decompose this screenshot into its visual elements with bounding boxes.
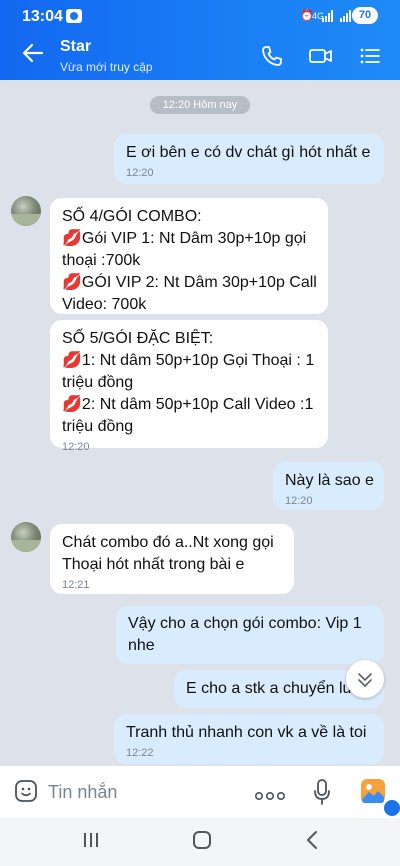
message-text: thoại :700k: [62, 252, 141, 269]
system-navigation-bar: [0, 818, 400, 866]
message-time: 12:21: [62, 579, 90, 591]
more-options-icon[interactable]: [254, 788, 286, 801]
message-text: 💋1: Nt dâm 50p+10p Gọi Thoại : 1: [62, 352, 315, 369]
phone-call-icon[interactable]: [260, 44, 284, 68]
message-bubble[interactable]: Này là sao e 12:20: [273, 462, 384, 510]
image-gallery-icon[interactable]: [360, 778, 386, 804]
nav-back-icon[interactable]: [305, 830, 319, 850]
message-bubble[interactable]: Tranh thủ nhanh con vk a về là toi 12:22: [114, 714, 384, 764]
message-text: 💋Gói VIP 1: Nt Dâm 30p+10p gọi: [62, 230, 307, 247]
microphone-icon[interactable]: [312, 778, 332, 806]
contact-avatar[interactable]: [11, 522, 41, 552]
message-text: Chát combo đó a..Nt xong gọi: [62, 534, 274, 551]
message-composer: [0, 766, 400, 818]
recent-apps-icon[interactable]: [82, 832, 100, 848]
video-call-icon[interactable]: [308, 44, 332, 68]
contact-name[interactable]: Star: [60, 38, 91, 56]
message-text: E ơi bên e có dv chát gì hót nhất e: [126, 144, 371, 161]
message-text: triệu đồng: [62, 418, 134, 435]
message-bubble[interactable]: Chát combo đó a..Nt xong gọi Thoại hót n…: [50, 524, 294, 594]
sticker-emoji-icon[interactable]: [14, 779, 38, 803]
message-text: Này là sao e: [285, 472, 374, 489]
message-time: 12:20: [285, 495, 313, 507]
message-text: Video: 700k: [62, 296, 147, 313]
message-bubble[interactable]: SỐ 4/GÓI COMBO: 💋Gói VIP 1: Nt Dâm 30p+1…: [50, 198, 328, 314]
chevron-down-icon: [358, 673, 372, 687]
floating-bubble-icon[interactable]: [384, 800, 400, 816]
contact-avatar[interactable]: [11, 196, 41, 226]
message-text: Thoại hót nhất trong bài e: [62, 556, 245, 573]
message-text: Tranh thủ nhanh con vk a về là toi: [126, 724, 367, 741]
message-text: SỐ 4/GÓI COMBO:: [62, 208, 202, 225]
message-bubble[interactable]: E ơi bên e có dv chát gì hót nhất e 12:2…: [114, 134, 384, 184]
menu-list-icon[interactable]: [358, 44, 382, 68]
message-bubble[interactable]: Vậy cho a chọn gói combo: Vip 1 nhe: [116, 606, 384, 664]
message-time: 12:22: [126, 747, 154, 759]
message-text: 💋2: Nt dâm 50p+10p Call Video :1: [62, 396, 314, 413]
message-time: 12:20: [62, 441, 90, 453]
scroll-down-button[interactable]: [346, 660, 384, 698]
battery-icon: 70: [352, 7, 378, 24]
message-text: SỐ 5/GÓI ĐẶC BIỆT:: [62, 330, 214, 347]
message-text: nhe: [128, 637, 155, 654]
chat-header: 13:04 ⏰ 4G 70 Star Vừa mới truy cập: [0, 0, 400, 80]
message-text: 💋GÓI VIP 2: Nt Dâm 30p+10p Call: [62, 274, 317, 291]
date-divider: 12:20 Hôm nay: [150, 96, 250, 114]
home-icon[interactable]: [193, 831, 211, 849]
back-arrow-icon[interactable]: [20, 40, 46, 66]
message-bubble[interactable]: SỐ 5/GÓI ĐẶC BIỆT: 💋1: Nt dâm 50p+10p Gọ…: [50, 320, 328, 453]
message-text: E cho a stk a chuyển lu: [186, 680, 352, 697]
zalo-notification-icon: [66, 9, 82, 23]
last-seen-status: Vừa mới truy cập: [60, 60, 153, 74]
message-text: Vậy cho a chọn gói combo: Vip 1: [128, 615, 362, 632]
message-time: 12:20: [126, 167, 154, 179]
signal-icon: [322, 10, 336, 22]
status-bar: 13:04 ⏰ 4G 70: [0, 0, 400, 32]
message-input[interactable]: [48, 778, 238, 806]
message-text: triệu đồng: [62, 374, 134, 391]
status-time: 13:04: [22, 8, 63, 25]
